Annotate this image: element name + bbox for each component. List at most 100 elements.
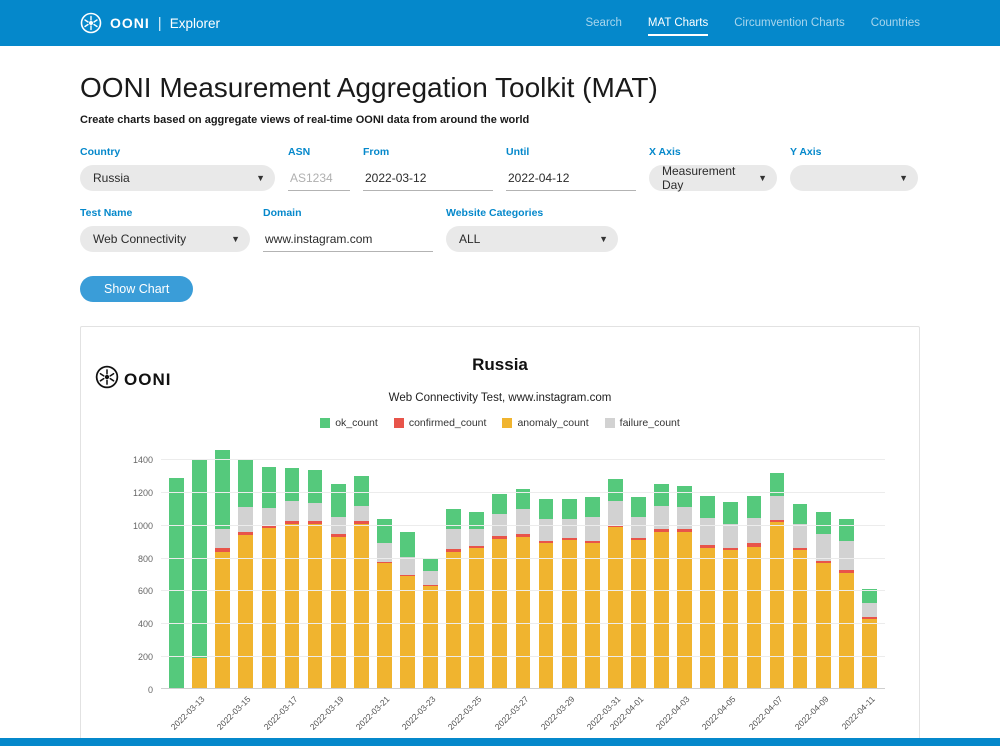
stacked-bar-2022-03-29[interactable] [562,499,577,688]
bar-segment-anomaly_count [608,527,623,688]
x-tick-label: 2022-03-13 [169,694,207,732]
plot-area: 0200400600800100012001400 [161,459,885,689]
stacked-bar-2022-03-21[interactable] [377,519,392,688]
legend-swatch-ok_count [320,418,330,428]
stacked-bar-2022-04-09[interactable] [816,512,831,688]
stacked-bar-2022-04-11[interactable] [862,589,877,688]
website-categories-select[interactable]: ALL ▼ [446,226,618,252]
x-axis-select[interactable]: Measurement Day ▼ [649,165,777,191]
stacked-bar-2022-03-22[interactable] [400,532,415,688]
bar-segment-ok_count [492,494,507,514]
x-tick-label: 2022-04-05 [700,694,738,732]
bar-segment-anomaly_count [423,586,438,688]
bar-segment-ok_count [539,499,554,519]
domain-input[interactable] [263,226,433,252]
nav-item-mat-charts[interactable]: MAT Charts [648,11,708,36]
brand-name: OONI [110,15,150,31]
bar-segment-failure_count [308,503,323,521]
bar-segment-failure_count [377,543,392,561]
bar-segment-ok_count [215,450,230,529]
stacked-bar-2022-04-08[interactable] [793,504,808,688]
x-tick-label: 2022-04-11 [839,694,876,731]
bar-segment-anomaly_count [562,540,577,688]
bar-segment-ok_count [238,460,253,508]
bar-segment-anomaly_count [215,552,230,688]
bar-segment-failure_count [516,509,531,534]
bar-segment-ok_count [677,486,692,507]
until-date-input[interactable] [506,165,636,191]
legend-item-anomaly_count[interactable]: anomaly_count [502,417,588,429]
x-tick-label: 2022-03-27 [492,694,530,732]
stacked-bar-2022-04-02[interactable] [654,484,669,688]
from-date-input[interactable] [363,165,493,191]
test-name-select-value: Web Connectivity [93,232,186,246]
stacked-bar-2022-04-01[interactable] [631,497,646,688]
bar-segment-failure_count [608,501,623,525]
chart-card: OONI Russia Web Connectivity Test, www.i… [80,326,920,746]
stacked-bar-2022-03-30[interactable] [585,497,600,688]
stacked-bar-2022-03-28[interactable] [539,499,554,688]
bar-slot [350,459,373,688]
test-name-label: Test Name [80,207,250,219]
legend-item-confirmed_count[interactable]: confirmed_count [394,417,487,429]
y-axis-select[interactable]: ▼ [790,165,918,191]
stacked-bar-2022-04-03[interactable] [677,486,692,688]
legend-label: failure_count [620,417,680,429]
stacked-bar-2022-03-13[interactable] [192,460,207,688]
brand[interactable]: OONI | Explorer [80,12,220,34]
bar-segment-ok_count [631,497,646,517]
bar-segment-failure_count [839,541,854,570]
legend-item-failure_count[interactable]: failure_count [605,417,680,429]
legend-swatch-failure_count [605,418,615,428]
bar-slot [719,459,742,688]
x-tick-label: 2022-03-19 [307,694,345,732]
x-tick-label: 2022-03-21 [354,694,392,732]
stacked-bar-2022-03-17[interactable] [285,468,300,688]
bar-segment-anomaly_count [770,522,785,688]
legend-label: anomaly_count [517,417,588,429]
stacked-bar-2022-04-10[interactable] [839,519,854,688]
bar-segment-anomaly_count [192,658,207,688]
stacked-bar-2022-03-19[interactable] [331,484,346,688]
bar-segment-anomaly_count [700,548,715,688]
stacked-bar-2022-03-25[interactable] [469,512,484,688]
stacked-bar-2022-04-05[interactable] [723,502,738,688]
bar-segment-failure_count [238,507,253,532]
bar-segment-failure_count [262,508,277,525]
stacked-bar-2022-03-14[interactable] [215,450,230,688]
bar-segment-ok_count [747,496,762,518]
stacked-bar-2022-03-16[interactable] [262,467,277,688]
bar-segment-anomaly_count [723,550,738,688]
bar-segment-ok_count [793,504,808,524]
y-axis-label: Y Axis [790,146,918,158]
show-chart-button[interactable]: Show Chart [80,276,193,302]
country-select[interactable]: Russia ▼ [80,165,275,191]
bar-slot [442,459,465,688]
bar-segment-failure_count [793,524,808,548]
bar-segment-failure_count [677,507,692,529]
legend-item-ok_count[interactable]: ok_count [320,417,378,429]
chart-area: 0200400600800100012001400 2022-03-13 2022… [161,459,885,746]
bar-segment-ok_count [377,519,392,544]
bar-segment-ok_count [654,484,669,505]
nav-item-countries[interactable]: Countries [871,11,920,36]
bar-slot [835,459,858,688]
bar-segment-ok_count [723,502,738,523]
stacked-bar-2022-03-15[interactable] [238,460,253,688]
bar-segment-anomaly_count [793,550,808,688]
bar-segment-failure_count [862,603,877,618]
bar-segment-ok_count [608,479,623,500]
nav-item-search[interactable]: Search [585,11,621,36]
nav-item-circumvention-charts[interactable]: Circumvention Charts [734,11,845,36]
ooni-logo-icon [95,365,119,394]
stacked-bar-2022-03-24[interactable] [446,509,461,688]
test-name-select[interactable]: Web Connectivity ▼ [80,226,250,252]
footer [0,738,1000,746]
chevron-down-icon: ▼ [231,234,240,244]
stacked-bar-2022-03-27[interactable] [516,489,531,688]
asn-input[interactable] [288,165,350,191]
bar-segment-ok_count [700,496,715,518]
ooni-wordmark: OONI [124,370,171,390]
y-axis: 0200400600800100012001400 [103,459,153,689]
bar-segment-failure_count [423,571,438,584]
